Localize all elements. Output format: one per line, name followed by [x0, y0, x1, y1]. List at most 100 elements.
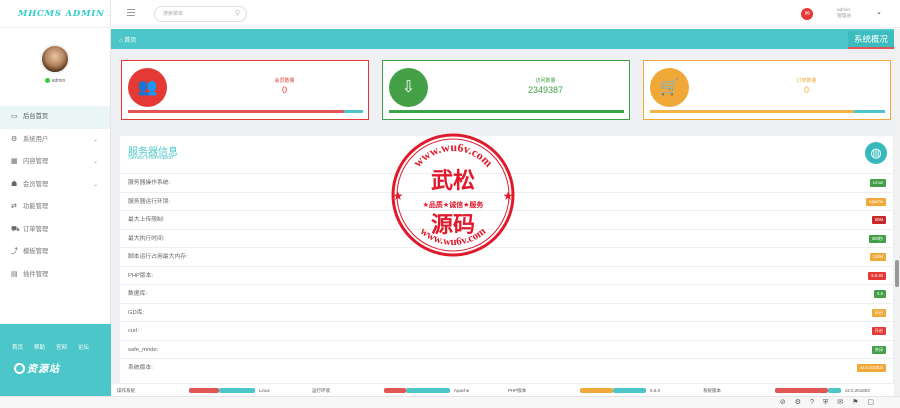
help-icon[interactable]: ?	[810, 399, 814, 406]
stat-card[interactable]: 🛒 订单数量 0	[643, 60, 891, 120]
info-label: 脚本运行占用最大内存:	[128, 254, 188, 260]
search-icon[interactable]: ⚲	[235, 7, 240, 21]
meter-rest	[219, 388, 255, 393]
globe-icon: ◍	[865, 142, 887, 164]
sidebar-item-5[interactable]: ⛟ 订单管理	[0, 219, 110, 242]
flag-icon[interactable]: ⚑	[852, 399, 858, 406]
app-logo[interactable]: MHCMS ADMIN	[0, 0, 110, 28]
status-badge: Linux	[869, 179, 886, 187]
meter-label: 系统版本	[703, 388, 721, 393]
stat-card[interactable]: 👥 会员数量 0	[121, 60, 369, 120]
info-label: 服务器运行环境:	[128, 198, 171, 205]
users-icon: ☗	[11, 180, 18, 188]
sidebar-item-7[interactable]: ▤ 插件管理	[0, 264, 110, 287]
breadcrumb-home[interactable]: ⌂ 首页	[119, 35, 136, 44]
hide-icon[interactable]: ⊘	[780, 399, 786, 406]
stat-meter: PHP版本 5.6.0	[508, 386, 698, 395]
info-label: curl:	[128, 328, 139, 334]
sidebar-item-label: 系统用户	[23, 135, 49, 143]
monitor-icon: ▭	[11, 113, 18, 120]
footer-links: 首页 帮助 官网 论坛	[12, 343, 100, 351]
chat-icon[interactable]: ▢	[867, 399, 874, 406]
bottom-toolbar: ⊘ ⚙? ⛨ ✉ ⚑ ▢	[0, 396, 900, 408]
home-icon: ⌂	[119, 38, 123, 44]
list-item: curl: 开启	[120, 321, 893, 340]
sidebar-item-6[interactable]: ⤴ 模板管理	[0, 241, 110, 264]
stat-meter: 运行环境 Apache	[312, 386, 502, 395]
topbar: 搜索菜单 ⚲ ✉ admin 管理员 ⌄	[111, 0, 900, 28]
meter-fill	[384, 388, 406, 393]
search-input[interactable]: 搜索菜单 ⚲	[154, 6, 247, 22]
cart-icon: ⛟	[11, 225, 20, 233]
user-name: admin	[51, 78, 66, 84]
sidebar: MHCMS ADMIN admin ▭ 后台首页 ⚙ 系统用户 ⌄ ▦ 内容管理 ⌄ ☗ 会员管理…	[0, 0, 111, 396]
list-icon: ▤	[11, 270, 18, 278]
settings-icon[interactable]: ⚙	[795, 399, 801, 406]
sidebar-item-label: 订单管理	[23, 225, 49, 233]
stamp-name-line2: 源码	[431, 213, 475, 238]
status-badge: 50M	[871, 216, 886, 224]
vertical-scrollbar[interactable]	[894, 29, 900, 396]
shield-icon[interactable]: ⛨	[823, 399, 828, 406]
sidebar-item-2[interactable]: ▦ 内容管理 ⌄	[0, 151, 110, 174]
sidebar-item-label: 内容管理	[23, 158, 49, 165]
brand-text: 资源站	[27, 364, 60, 375]
footer-link[interactable]: 官网	[56, 345, 67, 351]
page-title-tab[interactable]: 系统概况	[847, 31, 894, 49]
status-badge: 300秒	[868, 234, 886, 243]
stat-card[interactable]: ⇩ 访问数量 2349387	[382, 60, 630, 120]
menu-toggle-icon[interactable]	[127, 9, 135, 18]
shuffle-icon: ⇄	[11, 203, 17, 210]
meter-value: v2.0.201803	[845, 388, 870, 393]
meter-fill	[775, 388, 828, 393]
stamp-name-line1: 武松	[431, 169, 475, 194]
user-menu-role: 管理员	[837, 14, 852, 19]
footer-link[interactable]: 帮助	[34, 345, 45, 351]
panel-subtitle: Server Information	[128, 155, 174, 161]
sidebar-item-label: 插件管理	[23, 270, 49, 278]
message-icon[interactable]: ✉	[837, 399, 843, 406]
list-item: PHP版本: 5.6.40	[120, 265, 893, 285]
stamp-right-star: ★	[503, 189, 514, 203]
sidebar-item-3[interactable]: ☗ 会员管理 ⌄	[0, 174, 110, 197]
footer-link[interactable]: 论坛	[78, 345, 89, 351]
meter-label: 运行环境	[312, 388, 330, 393]
stat-label: 订单数量	[796, 78, 817, 84]
info-label: 服务器操作系统:	[128, 180, 171, 186]
meter-value: Linux	[259, 388, 270, 393]
toolbar-icons: ⊘ ⚙? ⛨ ✉ ⚑ ▢	[771, 398, 874, 407]
sidebar-footer: 首页 帮助 官网 论坛 资源站	[0, 324, 111, 396]
status-badge: 开启	[871, 308, 886, 317]
notification-icon[interactable]: ✉	[801, 8, 813, 20]
stat-meter: 系统版本 v2.0.201803	[703, 386, 893, 395]
meter-fill	[189, 388, 219, 393]
list-item: safe_mode: 关闭	[120, 339, 893, 359]
info-label: 最大执行时间:	[128, 235, 165, 242]
meter-rest	[406, 388, 450, 393]
stat-label: 访问数量	[535, 78, 556, 84]
footer-link[interactable]: 首页	[12, 345, 23, 351]
status-badge: v2.0.201803	[856, 364, 886, 372]
status-badge: 5.6	[874, 290, 886, 298]
stat-value: 0	[281, 85, 287, 95]
meter-rest	[613, 388, 646, 393]
stamp-left-star: ★	[393, 189, 404, 203]
online-dot-icon	[44, 78, 50, 83]
user-menu[interactable]: admin 管理员	[837, 8, 851, 20]
sidebar-item-1[interactable]: ⚙ 系统用户 ⌄	[0, 129, 110, 152]
status-badge: 128M	[869, 253, 886, 261]
chevron-down-icon[interactable]: ⌄	[876, 8, 882, 16]
sidebar-item-4[interactable]: ⇄ 功能管理	[0, 196, 110, 219]
scrollbar-thumb[interactable]	[895, 260, 899, 287]
cart-icon: 🛒	[650, 68, 689, 107]
user-gear-icon: ⚙	[11, 135, 18, 143]
avatar[interactable]	[40, 44, 70, 74]
status-badge: Apache	[865, 197, 886, 206]
meter-rest	[828, 388, 841, 393]
status-badge: 开启	[871, 327, 886, 335]
chevron-down-icon: ⌄	[92, 136, 98, 143]
sidebar-item-0[interactable]: ▭ 后台首页	[0, 106, 110, 129]
meter-label: 操作系统	[117, 388, 135, 393]
users-group-icon: 👥	[128, 68, 167, 107]
user-status: admin	[0, 78, 110, 84]
